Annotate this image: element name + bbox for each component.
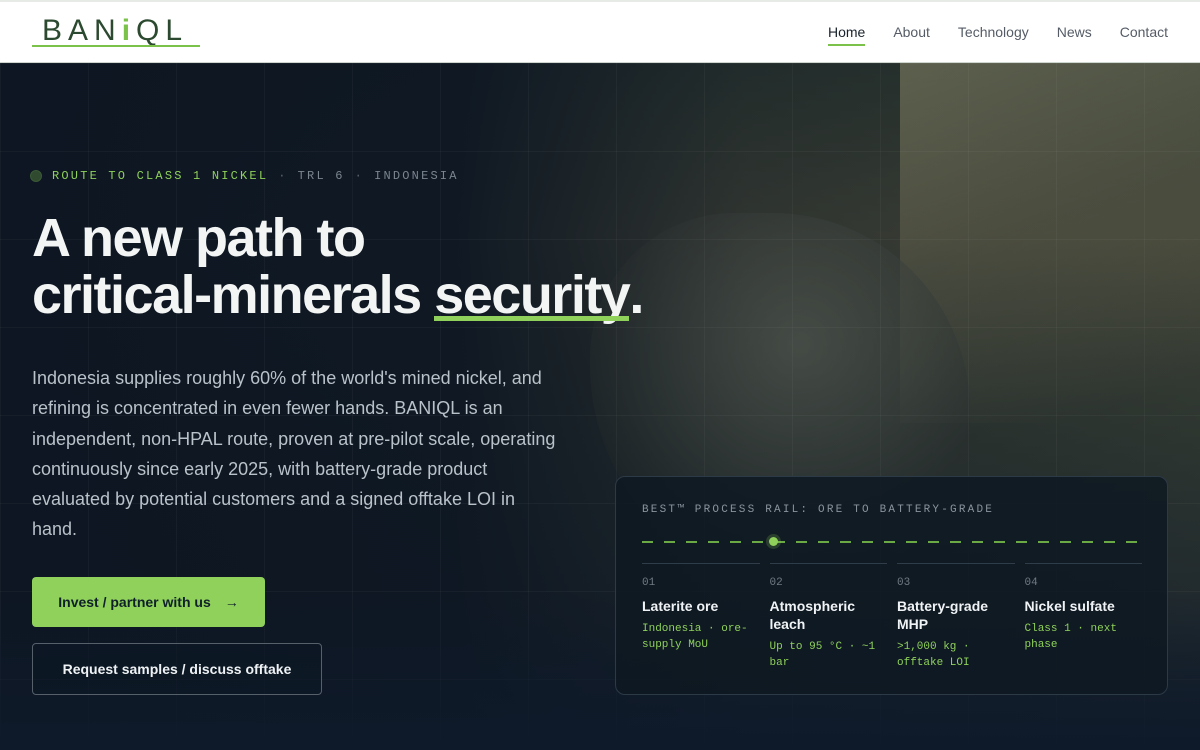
eyebrow-trl: TRL 6 — [297, 169, 345, 183]
process-rail-card: BEST™ PROCESS RAIL: ORE TO BATTERY-GRADE… — [615, 476, 1168, 695]
process-step: 04 Nickel sulfate Class 1 · next phase — [1024, 563, 1142, 671]
step-number: 04 — [1024, 577, 1038, 589]
nav-news[interactable]: News — [1057, 18, 1092, 46]
process-rail-active-node — [769, 537, 778, 546]
nav-home[interactable]: Home — [827, 18, 866, 46]
process-rail-title: BEST™ PROCESS RAIL: ORE TO BATTERY-GRADE — [642, 504, 995, 516]
hero-headline: A new path to critical-minerals security… — [32, 208, 644, 325]
headline-line-1: A new path to — [32, 208, 366, 268]
process-step: 01 Laterite ore Indonesia · ore-supply M… — [642, 563, 760, 671]
headline-line-2: critical-minerals — [32, 265, 435, 325]
arrow-right-icon: → — [224, 594, 239, 610]
logo-wordmark: BANiQL — [42, 14, 189, 47]
headline-emphasis: security — [434, 265, 631, 325]
hero-eyebrow: ROUTE TO CLASS 1 NICKEL · TRL 6 · INDONE… — [30, 169, 459, 183]
hero-section: ROUTE TO CLASS 1 NICKEL · TRL 6 · INDONE… — [0, 63, 1200, 750]
step-number: 01 — [642, 577, 656, 589]
status-dot-icon — [30, 170, 42, 182]
nav-contact[interactable]: Contact — [1120, 18, 1168, 46]
step-title: Laterite ore — [642, 598, 719, 614]
step-detail: Indonesia · ore-supply MoU — [642, 623, 748, 651]
headline-period: . — [629, 265, 644, 325]
nav-technology[interactable]: Technology — [958, 18, 1029, 46]
eyebrow-location: INDONESIA — [374, 169, 459, 183]
step-detail: Up to 95 °C · ~1 bar — [769, 641, 876, 669]
process-step: 02 Atmospheric leach Up to 95 °C · ~1 ba… — [769, 563, 887, 671]
step-number: 03 — [897, 577, 911, 589]
eyebrow-route: ROUTE TO CLASS 1 NICKEL — [52, 169, 269, 183]
step-title: Nickel sulfate — [1024, 598, 1115, 614]
main-nav: Home About Technology News Contact — [827, 2, 1168, 62]
step-detail: >1,000 kg · offtake LOI — [897, 641, 970, 669]
process-steps: 01 Laterite ore Indonesia · ore-supply M… — [642, 563, 1142, 671]
step-title: Atmospheric leach — [769, 598, 856, 632]
process-step: 03 Battery-grade MHP >1,000 kg · offtake… — [897, 563, 1015, 671]
step-title: Battery-grade MHP — [897, 598, 989, 632]
request-samples-button[interactable]: Request samples / discuss offtake — [32, 643, 322, 695]
site-header: BANiQL Home About Technology News Contac… — [0, 0, 1200, 63]
baniql-logo[interactable]: BANiQL — [32, 12, 200, 52]
eyebrow-separator: · — [278, 169, 288, 183]
hero-lead-paragraph: Indonesia supplies roughly 60% of the wo… — [32, 368, 556, 540]
step-number: 02 — [769, 577, 783, 589]
nav-about[interactable]: About — [893, 18, 930, 46]
invest-partner-label: Invest / partner with us — [58, 594, 211, 610]
invest-partner-button[interactable]: Invest / partner with us → — [32, 577, 265, 627]
process-rail-track — [642, 541, 1142, 543]
step-detail: Class 1 · next phase — [1024, 623, 1117, 651]
eyebrow-separator: · — [354, 169, 365, 183]
logo-underline — [32, 45, 200, 47]
